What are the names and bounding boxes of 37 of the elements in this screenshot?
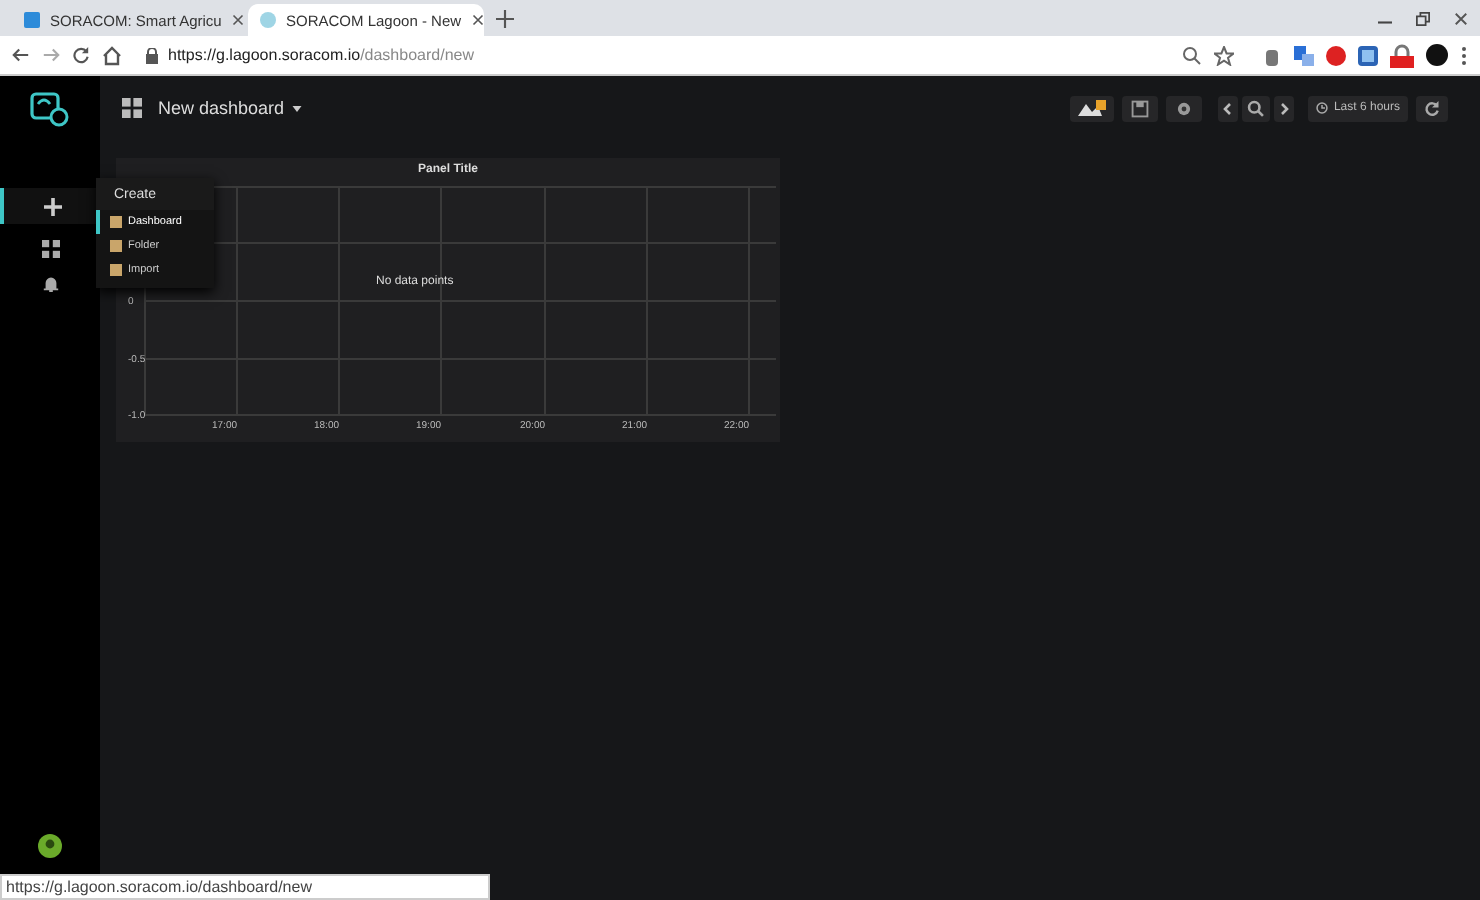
lock-icon xyxy=(146,47,158,63)
user-avatar-icon[interactable] xyxy=(38,834,62,858)
square-icon[interactable] xyxy=(1358,45,1378,65)
restore-icon[interactable] xyxy=(1416,11,1430,25)
zoom-out-button[interactable] xyxy=(1241,95,1270,121)
back-button[interactable] xyxy=(1217,95,1238,121)
close-icon[interactable] xyxy=(471,14,484,26)
settings-button[interactable] xyxy=(1165,95,1202,121)
star-icon[interactable] xyxy=(1214,45,1234,65)
close-icon[interactable] xyxy=(1454,11,1468,25)
grid-icon[interactable] xyxy=(41,240,59,258)
plus-icon[interactable] xyxy=(0,188,100,224)
caret-icon[interactable] xyxy=(292,105,303,111)
bell-icon[interactable] xyxy=(41,274,59,292)
home-icon[interactable] xyxy=(102,45,122,65)
add-panel-button[interactable] xyxy=(1069,95,1114,121)
dashboard-title[interactable]: New dashboard xyxy=(158,98,285,118)
logo-icon[interactable] xyxy=(30,88,70,128)
translate-icon[interactable] xyxy=(1294,45,1314,65)
reload-icon[interactable] xyxy=(72,46,90,64)
grid-icon xyxy=(122,98,142,118)
save-button[interactable] xyxy=(1121,95,1158,121)
avatar-icon[interactable] xyxy=(1426,44,1448,66)
more-icon[interactable] xyxy=(1460,45,1468,65)
favicon-icon xyxy=(260,12,276,28)
favicon-icon xyxy=(24,12,40,28)
new-tab-icon[interactable] xyxy=(496,9,514,27)
extension-icon[interactable] xyxy=(1262,45,1282,65)
clock-icon xyxy=(1315,102,1328,114)
close-icon[interactable] xyxy=(231,14,244,26)
stop-sign-icon[interactable] xyxy=(1326,45,1346,65)
zoom-icon[interactable] xyxy=(1182,45,1202,65)
back-icon[interactable] xyxy=(12,46,30,64)
status-url: https://g.lagoon.soracom.io/dashboard/new xyxy=(0,874,490,900)
refresh-button[interactable] xyxy=(1416,95,1448,121)
lock-badge-icon[interactable] xyxy=(1390,43,1414,67)
forward-button[interactable] xyxy=(1273,95,1294,121)
